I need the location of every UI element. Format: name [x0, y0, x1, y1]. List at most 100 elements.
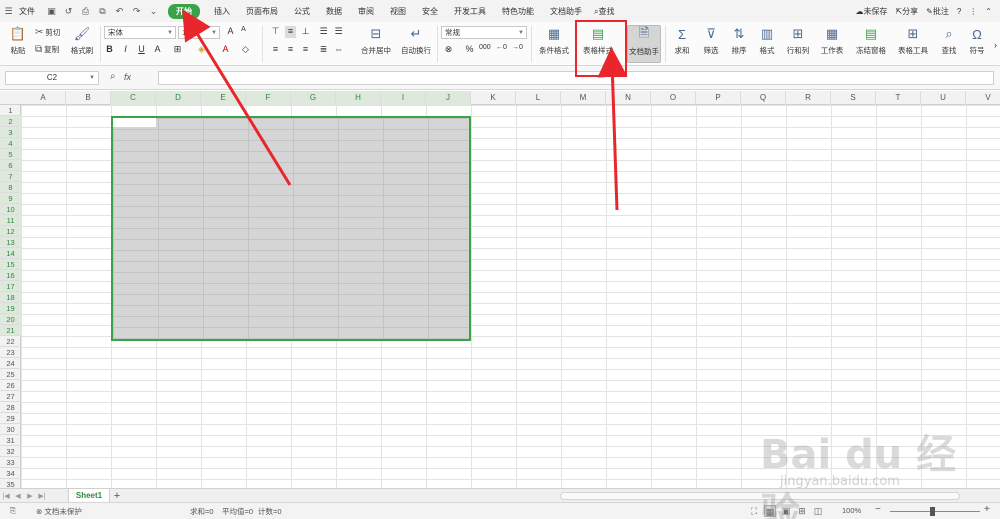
print-preview-icon[interactable]: ⧉: [97, 6, 108, 17]
row-header-20[interactable]: 20: [0, 314, 21, 325]
more-icon[interactable]: ⋮: [969, 7, 977, 16]
row-header-24[interactable]: 24: [0, 358, 21, 369]
file-menu[interactable]: 文件: [17, 6, 43, 17]
row-header-13[interactable]: 13: [0, 237, 21, 248]
tab-home[interactable]: 开始: [168, 3, 200, 19]
justify-icon[interactable]: ≣: [318, 44, 329, 56]
number-format-select[interactable]: 常规 ▼: [441, 26, 527, 39]
column-header-t[interactable]: T: [876, 91, 921, 105]
row-header-23[interactable]: 23: [0, 347, 21, 358]
column-header-p[interactable]: P: [696, 91, 741, 105]
add-sheet-button[interactable]: +: [110, 490, 124, 502]
save-icon[interactable]: ▣: [46, 6, 57, 17]
row-header-12[interactable]: 12: [0, 226, 21, 237]
filter-button[interactable]: ⊽ 筛选: [698, 22, 724, 56]
percent-button[interactable]: %: [464, 44, 475, 56]
active-cell[interactable]: [113, 118, 156, 127]
align-center-icon[interactable]: ≡: [285, 44, 296, 56]
worksheet-button[interactable]: ▦ 工作表: [816, 22, 848, 56]
zoom-formula-icon[interactable]: ⌕: [110, 71, 116, 82]
tab-insert[interactable]: 插入: [206, 6, 238, 17]
row-header-27[interactable]: 27: [0, 391, 21, 402]
column-header-r[interactable]: R: [786, 91, 831, 105]
column-header-v[interactable]: V: [966, 91, 1000, 105]
row-header-21[interactable]: 21: [0, 325, 21, 336]
sum-button[interactable]: Σ 求和: [669, 22, 695, 56]
print-icon[interactable]: ⎙: [80, 6, 91, 17]
column-header-c[interactable]: C: [111, 91, 156, 105]
tab-formulas[interactable]: 公式: [286, 6, 318, 17]
row-header-7[interactable]: 7: [0, 171, 21, 182]
row-header-22[interactable]: 22: [0, 336, 21, 347]
row-header-2[interactable]: 2: [0, 116, 21, 127]
comment-button[interactable]: ✎批注: [926, 6, 949, 17]
row-header-8[interactable]: 8: [0, 182, 21, 193]
currency-icon[interactable]: ⊗: [443, 44, 454, 56]
row-header-16[interactable]: 16: [0, 270, 21, 281]
tab-page-layout[interactable]: 页面布局: [238, 6, 286, 17]
customize-quick-access-icon[interactable]: ⌄: [148, 6, 159, 17]
table-tools-button[interactable]: ⊞ 表格工具: [893, 22, 933, 56]
row-header-31[interactable]: 31: [0, 435, 21, 446]
row-header-29[interactable]: 29: [0, 413, 21, 424]
row-header-9[interactable]: 9: [0, 193, 21, 204]
column-header-l[interactable]: L: [516, 91, 561, 105]
row-col-button[interactable]: ⊞ 行和列: [782, 22, 814, 56]
tab-security[interactable]: 安全: [414, 6, 446, 17]
column-header-f[interactable]: F: [246, 91, 291, 105]
row-header-14[interactable]: 14: [0, 248, 21, 259]
copy-button[interactable]: ⧉ 复制: [35, 44, 59, 55]
doc-assistant-button[interactable]: 🗎 文档助手: [627, 25, 661, 63]
distribute-icon[interactable]: ⇔: [333, 44, 344, 56]
tab-review[interactable]: 审阅: [350, 6, 382, 17]
merge-center-button[interactable]: ⊟ 合并居中: [356, 22, 396, 56]
wrap-text-button[interactable]: ↵ 自动换行: [398, 22, 434, 56]
macro-icon[interactable]: ⎘: [10, 506, 16, 516]
row-header-25[interactable]: 25: [0, 369, 21, 380]
prev-sheet-icon[interactable]: ◀: [12, 492, 24, 500]
bold-button[interactable]: B: [104, 44, 115, 56]
ribbon-scroll-right-icon[interactable]: ›: [990, 40, 1000, 52]
column-header-k[interactable]: K: [471, 91, 516, 105]
row-header-33[interactable]: 33: [0, 457, 21, 468]
align-top-icon[interactable]: ⊤: [270, 26, 281, 38]
row-header-5[interactable]: 5: [0, 149, 21, 160]
first-sheet-icon[interactable]: |◀: [0, 492, 12, 500]
format-painter-button[interactable]: 🖌 格式刷: [68, 22, 96, 56]
help-button[interactable]: ?: [957, 7, 961, 16]
sort-button[interactable]: ⇅ 排序: [726, 22, 752, 56]
row-header-19[interactable]: 19: [0, 303, 21, 314]
row-header-6[interactable]: 6: [0, 160, 21, 171]
decrease-font-icon[interactable]: A: [238, 26, 249, 38]
selected-range[interactable]: [111, 116, 471, 341]
tab-data[interactable]: 数据: [318, 6, 350, 17]
increase-decimal-icon[interactable]: ←0: [496, 44, 507, 56]
decrease-decimal-icon[interactable]: →0: [512, 44, 523, 56]
row-header-15[interactable]: 15: [0, 259, 21, 270]
tab-doc-assistant[interactable]: 文档助手: [542, 6, 590, 17]
column-header-u[interactable]: U: [921, 91, 966, 105]
freeze-panes-button[interactable]: ▤ 冻结窗格: [851, 22, 891, 56]
column-header-m[interactable]: M: [561, 91, 606, 105]
tab-view[interactable]: 视图: [382, 6, 414, 17]
tab-special-features[interactable]: 特色功能: [494, 6, 542, 17]
align-text-right-icon[interactable]: ≡: [300, 44, 311, 56]
row-header-30[interactable]: 30: [0, 424, 21, 435]
search-command[interactable]: ⌕查找: [590, 6, 622, 17]
row-header-18[interactable]: 18: [0, 292, 21, 303]
sheet-tab-sheet1[interactable]: Sheet1: [68, 488, 110, 503]
symbol-button[interactable]: Ω 符号: [964, 22, 990, 56]
font-color-icon[interactable]: A: [220, 44, 231, 56]
conditional-format-button[interactable]: ▦ 条件格式: [535, 22, 573, 56]
name-box[interactable]: C2 ▼: [5, 71, 99, 85]
collapse-ribbon-icon[interactable]: ⌃: [985, 7, 992, 16]
column-header-h[interactable]: H: [336, 91, 381, 105]
increase-font-icon[interactable]: A: [225, 26, 236, 38]
row-header-17[interactable]: 17: [0, 281, 21, 292]
column-header-a[interactable]: A: [21, 91, 66, 105]
column-header-s[interactable]: S: [831, 91, 876, 105]
column-header-d[interactable]: D: [156, 91, 201, 105]
cut-button[interactable]: ✂ 剪切: [35, 27, 60, 38]
cloud-unsaved-status[interactable]: ☁未保存: [855, 6, 887, 17]
share-button[interactable]: ⇱分享: [895, 6, 918, 17]
